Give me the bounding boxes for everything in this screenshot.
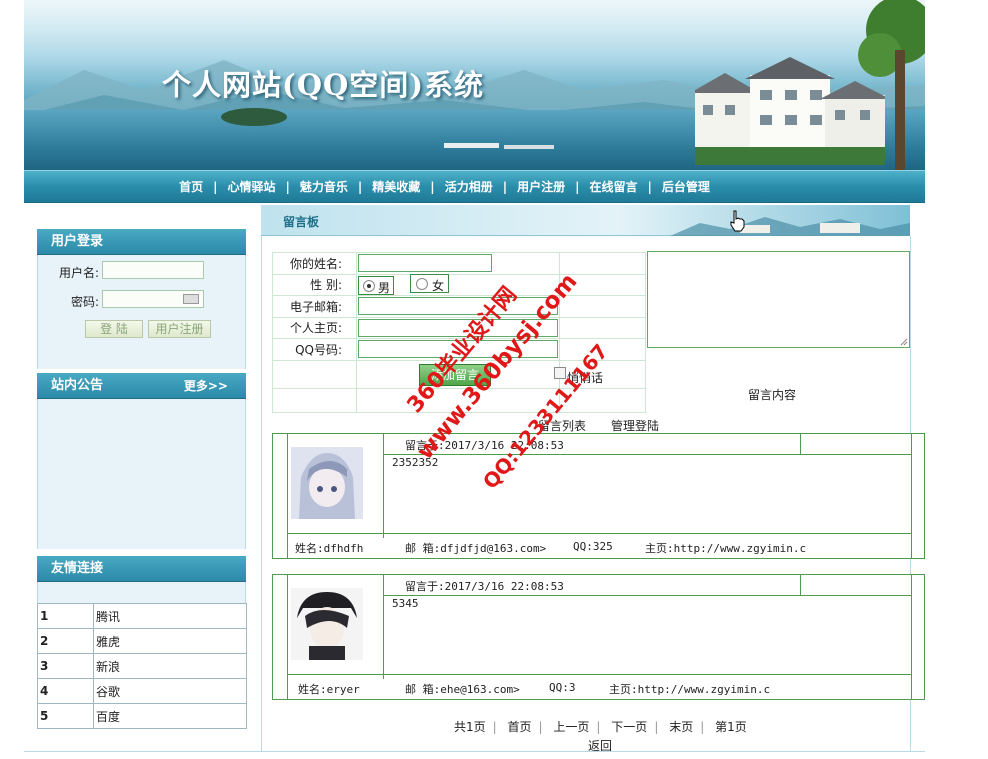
male-label: 男 (378, 281, 391, 295)
name-input[interactable] (358, 254, 492, 273)
message-email: 邮 箱:ehe@163.com> (405, 683, 520, 696)
links-panel-title: 友情连接 (37, 556, 246, 582)
notice-panel-title: 站内公告 更多>> (37, 373, 246, 399)
nav-item-home[interactable]: 首页 (169, 178, 213, 195)
header-hills (670, 217, 910, 236)
notice-more-link[interactable]: 更多>> (184, 373, 228, 399)
male-radio[interactable] (363, 280, 375, 292)
nav-item-favorites[interactable]: 精美收藏 (362, 178, 430, 195)
name-label: 你的姓名: (272, 252, 357, 275)
message-email: 邮 箱:dfjdfjd@163.com> (405, 542, 547, 555)
female-option[interactable]: 女 (410, 274, 449, 293)
link-sina[interactable]: 新浪 (93, 653, 247, 679)
pager-next[interactable]: 下一页 (609, 720, 649, 734)
message-author: 姓名:eryer (298, 683, 360, 696)
message-item: 留言于:2017/3/16 22:08:53 5345 姓名:eryer 邮 箱… (272, 574, 925, 700)
banner-tree (858, 0, 925, 170)
content-textarea[interactable] (647, 251, 910, 348)
pager-prev[interactable]: 上一页 (551, 720, 591, 734)
user-avatar-anime-boy (291, 588, 363, 660)
content-label: 留言内容 (748, 388, 797, 402)
table-row: 1 腾讯 (37, 603, 247, 629)
keyboard-icon (183, 294, 199, 304)
link-num: 3 (37, 653, 94, 679)
male-option[interactable]: 男 (358, 276, 394, 295)
link-num: 5 (37, 703, 94, 729)
link-num: 4 (37, 678, 94, 704)
footer-line (24, 751, 925, 752)
message-homepage: 主页:http://www.zgyimin.c (645, 542, 807, 555)
nav-item-mood[interactable]: 心情驿站 (217, 178, 285, 195)
main-nav: 首页 | 心情驿站 | 魅力音乐 | 精美收藏 | 活力相册 | 用户注册 | … (24, 170, 925, 203)
resize-handle-icon[interactable] (900, 338, 908, 346)
nav-item-admin[interactable]: 后台管理 (652, 178, 720, 195)
login-panel-title: 用户登录 (37, 229, 246, 255)
message-qq: QQ:3 (549, 681, 576, 694)
message-inner (287, 575, 912, 699)
female-radio[interactable] (416, 278, 428, 290)
notice-title: 站内公告 (51, 378, 104, 393)
table-row: 5 百度 (37, 703, 247, 729)
message-content: 5345 (392, 597, 419, 610)
banner-boats (444, 143, 554, 149)
admin-login-link[interactable]: 管理登陆 (611, 417, 659, 434)
link-google[interactable]: 谷歌 (93, 678, 247, 704)
header-banner: 个人网站(QQ空间)系统 (24, 0, 925, 170)
hand-cursor-icon (730, 210, 745, 232)
user-avatar-anime-girl (291, 447, 363, 519)
message-time: 留言于:2017/3/16 22:08:53 (405, 580, 564, 593)
table-row: 4 谷歌 (37, 678, 247, 704)
links-table: 1 腾讯 2 雅虎 3 新浪 4 谷歌 5 百度 (37, 603, 247, 729)
female-label: 女 (432, 279, 445, 293)
pager-total: 共1页 (454, 720, 486, 734)
login-title: 用户登录 (51, 234, 104, 249)
message-author: 姓名:dfhdfh (295, 542, 364, 555)
guestbook-title: 留言板 (283, 215, 320, 229)
nav-item-music[interactable]: 魅力音乐 (290, 178, 358, 195)
link-baidu[interactable]: 百度 (93, 703, 247, 729)
links-title: 友情连接 (51, 561, 104, 576)
site-title: 个人网站(QQ空间)系统 (162, 68, 484, 102)
message-homepage: 主页:http://www.zgyimin.c (609, 683, 771, 696)
nav-item-album[interactable]: 活力相册 (435, 178, 503, 195)
pager-first[interactable]: 首页 (506, 720, 534, 734)
pagination: 共1页 | 首页 | 上一页 | 下一页 | 末页 | 第1页 (454, 720, 747, 734)
guestbook-header: 留言板 (261, 205, 910, 236)
notice-panel (37, 399, 246, 549)
message-qq: QQ:325 (573, 540, 613, 553)
link-num: 1 (37, 603, 94, 629)
link-num: 2 (37, 628, 94, 654)
qq-label: QQ号码: (272, 338, 357, 361)
link-yahoo[interactable]: 雅虎 (93, 628, 247, 654)
register-button[interactable]: 用户注册 (148, 320, 211, 338)
table-row: 2 雅虎 (37, 628, 247, 654)
username-label: 用户名: (59, 266, 100, 280)
nav-item-guestbook[interactable]: 在线留言 (580, 178, 648, 195)
links-panel (37, 582, 246, 603)
password-input[interactable] (102, 290, 204, 308)
pager-last[interactable]: 末页 (667, 720, 695, 734)
gender-label: 性 别: (272, 273, 357, 296)
pager-current: 第1页 (715, 720, 747, 734)
table-row: 3 新浪 (37, 653, 247, 679)
homepage-label: 个人主页: (272, 316, 357, 339)
message-item: 留言于:2017/3/16 22:08:53 2352352 姓名:dfhdfh… (272, 433, 925, 559)
username-input[interactable] (102, 261, 204, 279)
login-button[interactable]: 登 陆 (85, 320, 143, 338)
link-tencent[interactable]: 腾讯 (93, 603, 247, 629)
banner-island (221, 108, 287, 126)
nav-item-register[interactable]: 用户注册 (507, 178, 575, 195)
email-label: 电子邮箱: (272, 295, 357, 318)
password-label: 密码: (71, 295, 100, 309)
